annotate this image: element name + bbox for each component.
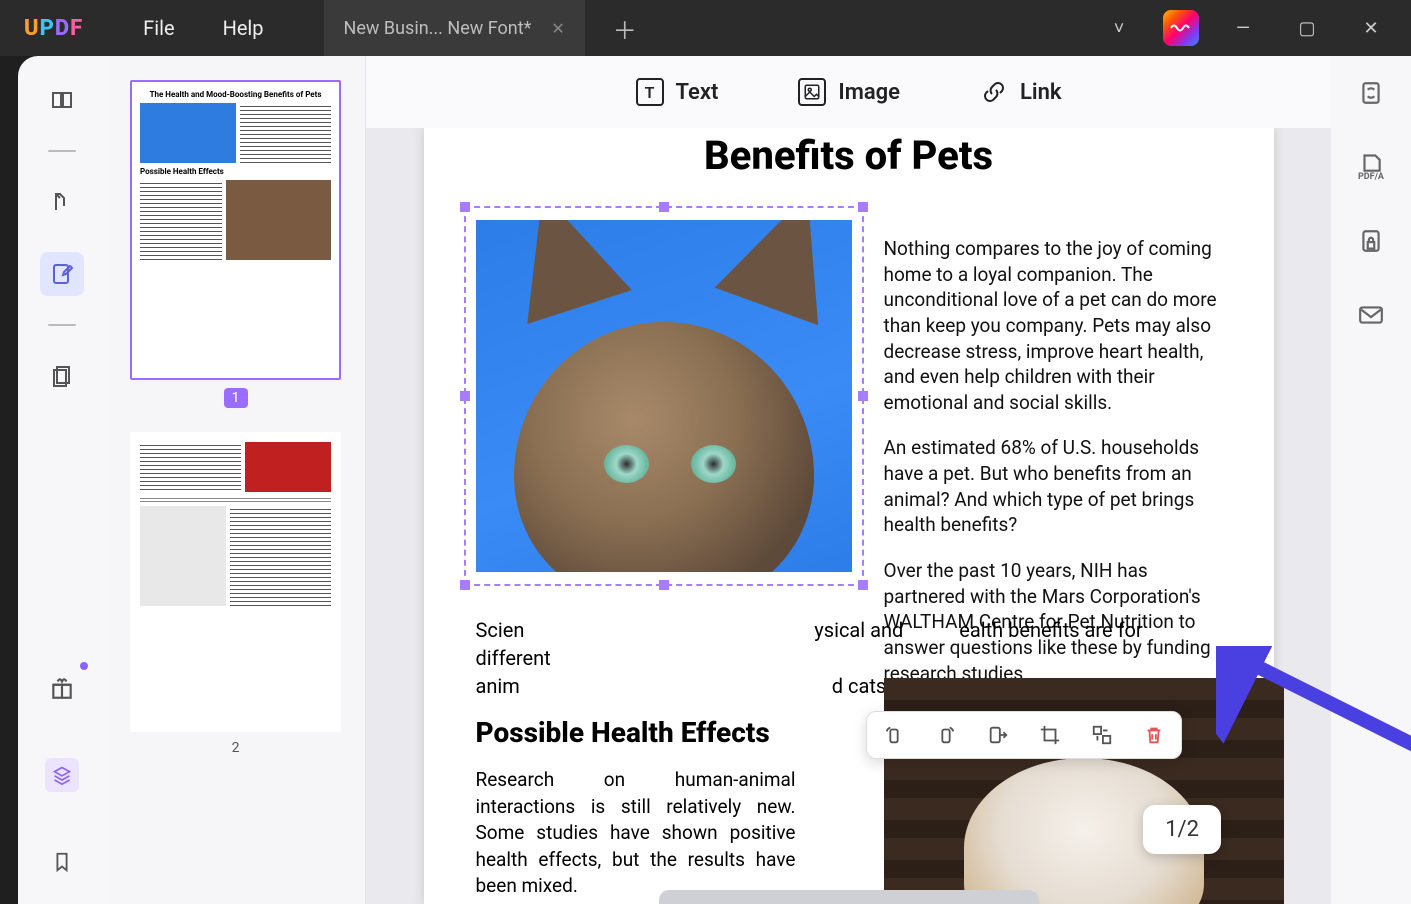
edit-toolbar: T Text Image Link [366,56,1331,128]
thumbnail-page-1-label: 1 [224,388,248,408]
window-maximize[interactable]: ▢ [1287,8,1327,48]
text-icon: T [636,78,664,106]
page-indicator[interactable]: 1/2 [1143,805,1221,854]
thumbnail-page-2[interactable] [130,432,341,732]
section-paragraph: Research on human-animal interactions is… [476,767,796,900]
separator [48,324,76,326]
resize-handle-tl[interactable] [460,202,470,212]
rotate-left-icon[interactable] [877,718,911,752]
window-minimize[interactable]: — [1223,8,1263,48]
resize-handle-mr[interactable] [858,391,868,401]
bookmark-icon[interactable] [40,840,84,884]
crop-icon[interactable] [1033,718,1067,752]
edit-tool-icon[interactable] [40,252,84,296]
image-icon [798,78,826,106]
extract-icon[interactable] [981,718,1015,752]
resize-handle-ml[interactable] [460,391,470,401]
separator [48,150,76,152]
document-page[interactable]: Benefits of Pets Nothing compares [424,128,1274,904]
reader-tool-icon[interactable] [40,78,84,122]
gift-icon[interactable] [40,666,84,710]
page-title: Benefits of Pets [474,132,1224,179]
edit-image-label: Image [838,80,900,105]
chevron-down-icon[interactable]: ˅ [1099,8,1139,48]
resize-handle-bl[interactable] [460,580,470,590]
paragraph-1: Nothing compares to the joy of coming ho… [884,236,1234,415]
link-icon [980,78,1008,106]
new-tab-button[interactable]: ＋ [603,11,647,46]
thumbnail-page-1[interactable]: The Health and Mood-Boosting Benefits of… [130,80,341,380]
ai-assistant-icon[interactable] [1163,10,1199,46]
image-edit-toolbar [866,711,1182,759]
resize-handle-bm[interactable] [659,580,669,590]
edit-link-label: Link [1020,80,1062,105]
mail-icon[interactable] [1356,300,1386,330]
edit-text-button[interactable]: T Text [636,78,719,106]
delete-icon[interactable] [1137,718,1171,752]
thumbnail-page-2-label: 2 [130,740,341,756]
layers-icon[interactable] [45,758,79,792]
menu-help[interactable]: Help [223,16,264,40]
menu-file[interactable]: File [143,16,174,40]
thumbnail-panel[interactable]: The Health and Mood-Boosting Benefits of… [106,56,366,904]
comment-tool-icon[interactable] [40,180,84,224]
horizontal-scrollbar[interactable] [659,890,1039,904]
resize-handle-tr[interactable] [858,202,868,212]
page-viewport[interactable]: Benefits of Pets Nothing compares [366,128,1331,904]
pdfa-icon[interactable]: PDF/A [1356,152,1386,182]
resize-handle-tm[interactable] [659,202,669,212]
sync-icon[interactable] [1356,78,1386,108]
window-close[interactable]: ✕ [1351,8,1391,48]
edit-image-button[interactable]: Image [798,78,900,106]
paragraph-2: An estimated 68% of U.S. households have… [884,435,1234,538]
image-selection-box[interactable] [464,206,864,586]
resize-handle-br[interactable] [858,580,868,590]
edit-text-label: Text [676,80,719,105]
document-tab[interactable]: New Busin... New Font* ✕ [324,0,585,56]
app-logo: UPDF [24,16,83,41]
rotate-right-icon[interactable] [929,718,963,752]
replace-icon[interactable] [1085,718,1119,752]
tab-title: New Busin... New Font* [344,18,532,39]
lock-icon[interactable] [1356,226,1386,256]
edit-link-button[interactable]: Link [980,78,1062,106]
close-tab-icon[interactable]: ✕ [551,19,564,38]
pages-tool-icon[interactable] [40,354,84,398]
